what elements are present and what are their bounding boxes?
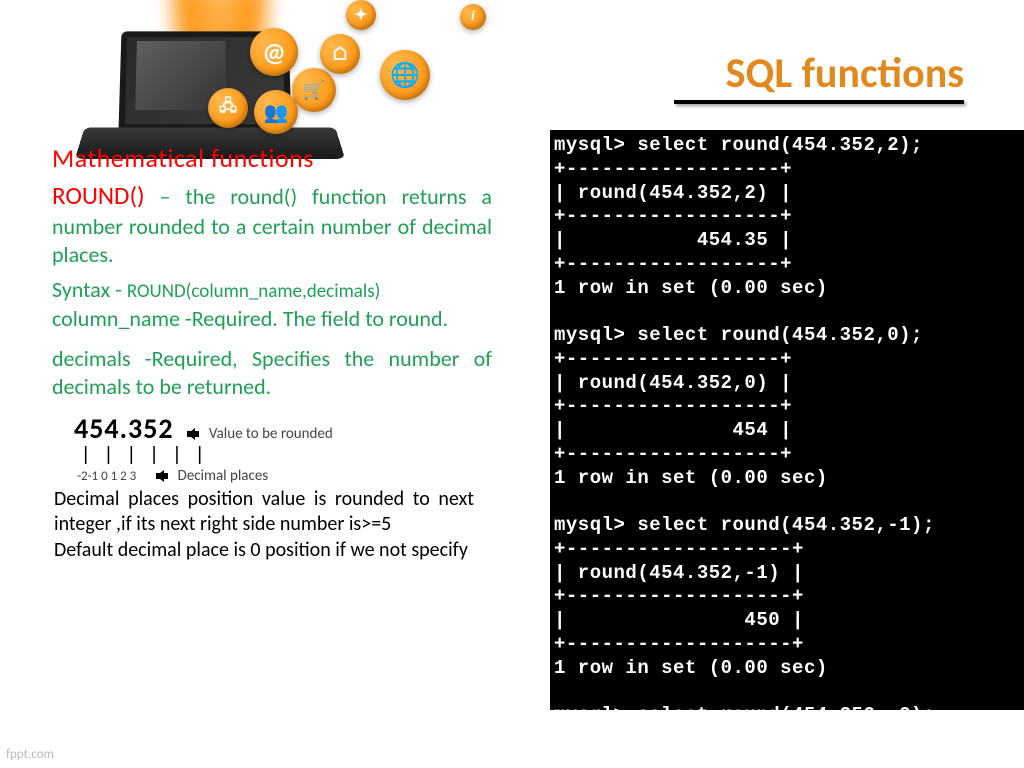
subheading: Mathematical functions xyxy=(52,142,492,174)
syntax-line: Syntax - ROUND(column_name,decimals) xyxy=(52,276,492,303)
position-label: Decimal places xyxy=(178,467,269,485)
round-description: ROUND() – the round() function returns a… xyxy=(52,180,492,270)
diagram-ticks: | | | | | | xyxy=(80,444,464,466)
arrow-left-icon xyxy=(150,470,168,482)
mysql-terminal: mysql> select round(454.352,2); +-------… xyxy=(550,130,1024,710)
round-label: ROUND() xyxy=(52,180,145,211)
syntax-label: Syntax - xyxy=(52,276,127,303)
content-column: Mathematical functions ROUND() – the rou… xyxy=(52,142,492,562)
terminal-output: mysql> select round(454.352,2); +-------… xyxy=(554,134,1024,710)
diagram-value: 454.352 xyxy=(74,411,174,446)
globe-icon: 🌐 xyxy=(380,50,430,100)
decimals-desc: decimals -Required, Specifies the number… xyxy=(52,345,492,401)
people-icon: 👥 xyxy=(254,90,298,134)
diagram-positions: -2-1 0 1 2 3 xyxy=(77,469,136,484)
watermark: fppt.com xyxy=(6,747,54,762)
at-icon: @ xyxy=(250,28,298,76)
title-underline xyxy=(674,100,964,104)
arrow-left-icon xyxy=(181,428,199,440)
page-title: SQL functions xyxy=(726,48,964,105)
round-lead: – the round() function xyxy=(160,183,387,210)
explain-2: Default decimal place is 0 position if w… xyxy=(54,538,474,562)
cart-icon: 🛒 xyxy=(292,68,336,112)
round-diagram: 454.352 Value to be rounded | | | | | | … xyxy=(74,411,464,562)
explain-1: Decimal places position value is rounded… xyxy=(54,487,474,536)
star-icon: ✦ xyxy=(346,0,376,30)
syntax-body: ROUND(column_name,decimals) xyxy=(127,280,381,303)
value-label: Value to be rounded xyxy=(209,425,333,443)
network-icon: 🖧 xyxy=(208,88,248,128)
info-icon: i xyxy=(460,4,486,30)
home-icon: ⌂ xyxy=(320,34,360,74)
column-name-desc: column_name -Required. The field to roun… xyxy=(52,305,492,333)
